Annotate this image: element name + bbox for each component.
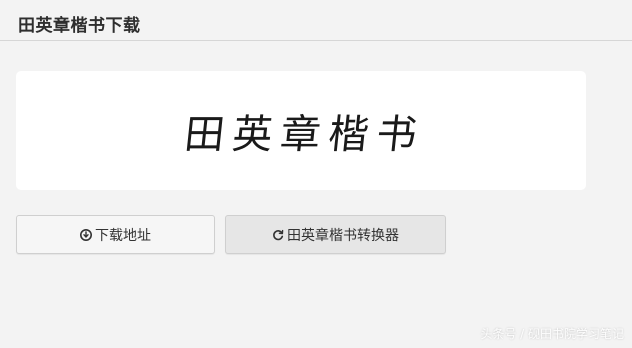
- font-preview-card: 田英章楷书: [16, 71, 586, 190]
- font-preview-text: 田英章楷书: [182, 111, 427, 158]
- page-header: 田英章楷书下载: [0, 0, 632, 41]
- converter-button-label: 田英章楷书转换器: [287, 227, 399, 244]
- arrow-circle-down-icon: [80, 228, 92, 241]
- watermark: 头条号 / 砚田书院学习笔记: [480, 327, 624, 341]
- converter-button[interactable]: 田英章楷书转换器: [225, 215, 446, 254]
- page-title: 田英章楷书下载: [18, 16, 141, 36]
- download-button-label: 下载地址: [95, 227, 151, 244]
- download-button[interactable]: 下载地址: [16, 215, 215, 254]
- refresh-icon: [272, 229, 284, 241]
